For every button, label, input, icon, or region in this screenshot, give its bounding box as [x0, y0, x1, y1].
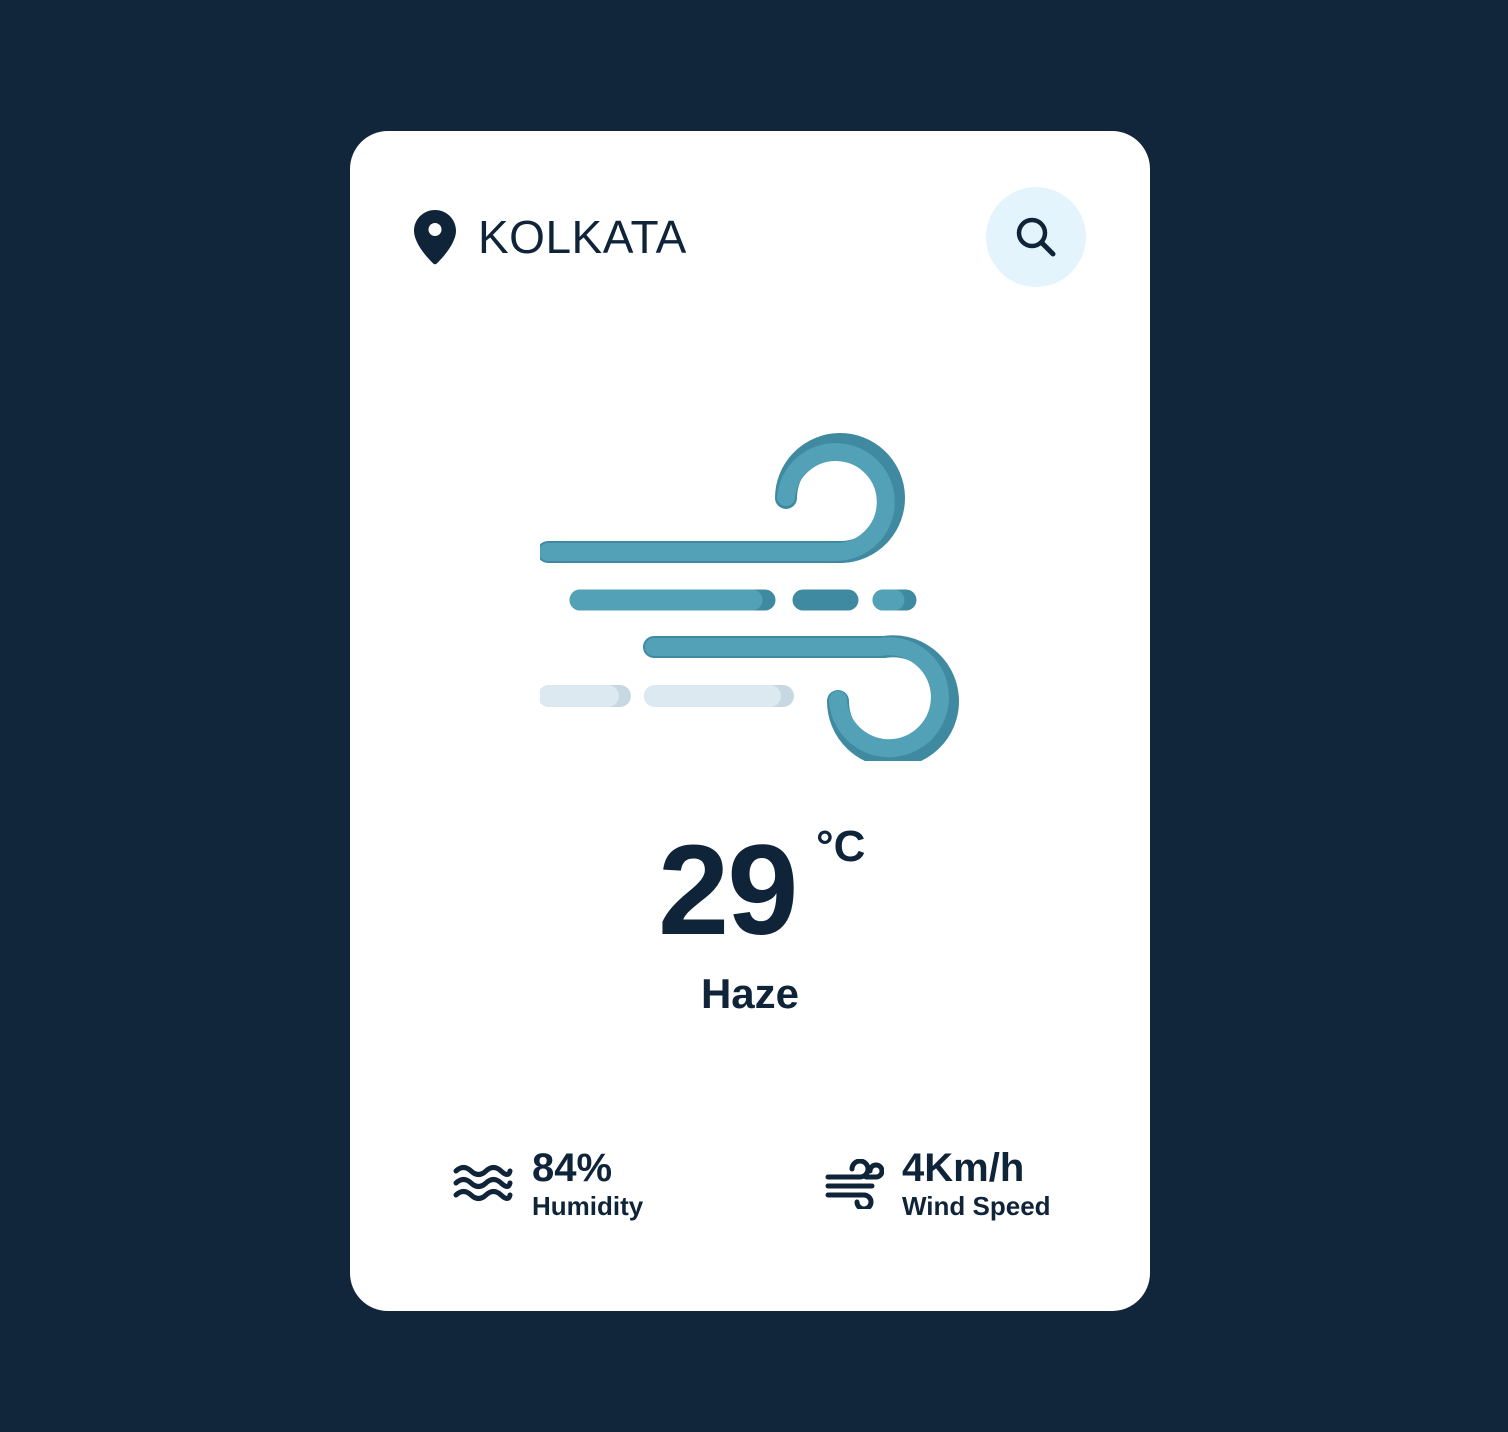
wind-icon — [825, 1159, 884, 1209]
location-pin-icon — [414, 210, 456, 265]
wind-speed-label: Wind Speed — [902, 1191, 1051, 1221]
weather-card: KOLKATA 29 °C Haze 84% Humidity 4Km/h Wi… — [350, 131, 1150, 1311]
temperature-block: 29 °C — [350, 821, 1150, 961]
wind-speed-value: 4Km/h — [902, 1146, 1025, 1190]
weather-condition: Haze — [700, 970, 800, 1017]
city-name: KOLKATA — [478, 211, 687, 263]
humidity-label: Humidity — [532, 1191, 644, 1221]
search-button[interactable] — [986, 187, 1086, 287]
temperature-value: 29 — [658, 819, 798, 962]
waves-icon — [453, 1165, 513, 1201]
location-header: KOLKATA — [412, 209, 687, 265]
humidity-value: 84% — [532, 1146, 613, 1190]
search-icon — [1016, 217, 1056, 257]
wind-speed-stat: 4Km/h Wind Speed — [822, 1139, 1051, 1229]
wind-haze-illustration — [540, 433, 959, 761]
temperature-unit: °C — [816, 822, 866, 871]
humidity-stat: 84% Humidity — [452, 1139, 643, 1229]
